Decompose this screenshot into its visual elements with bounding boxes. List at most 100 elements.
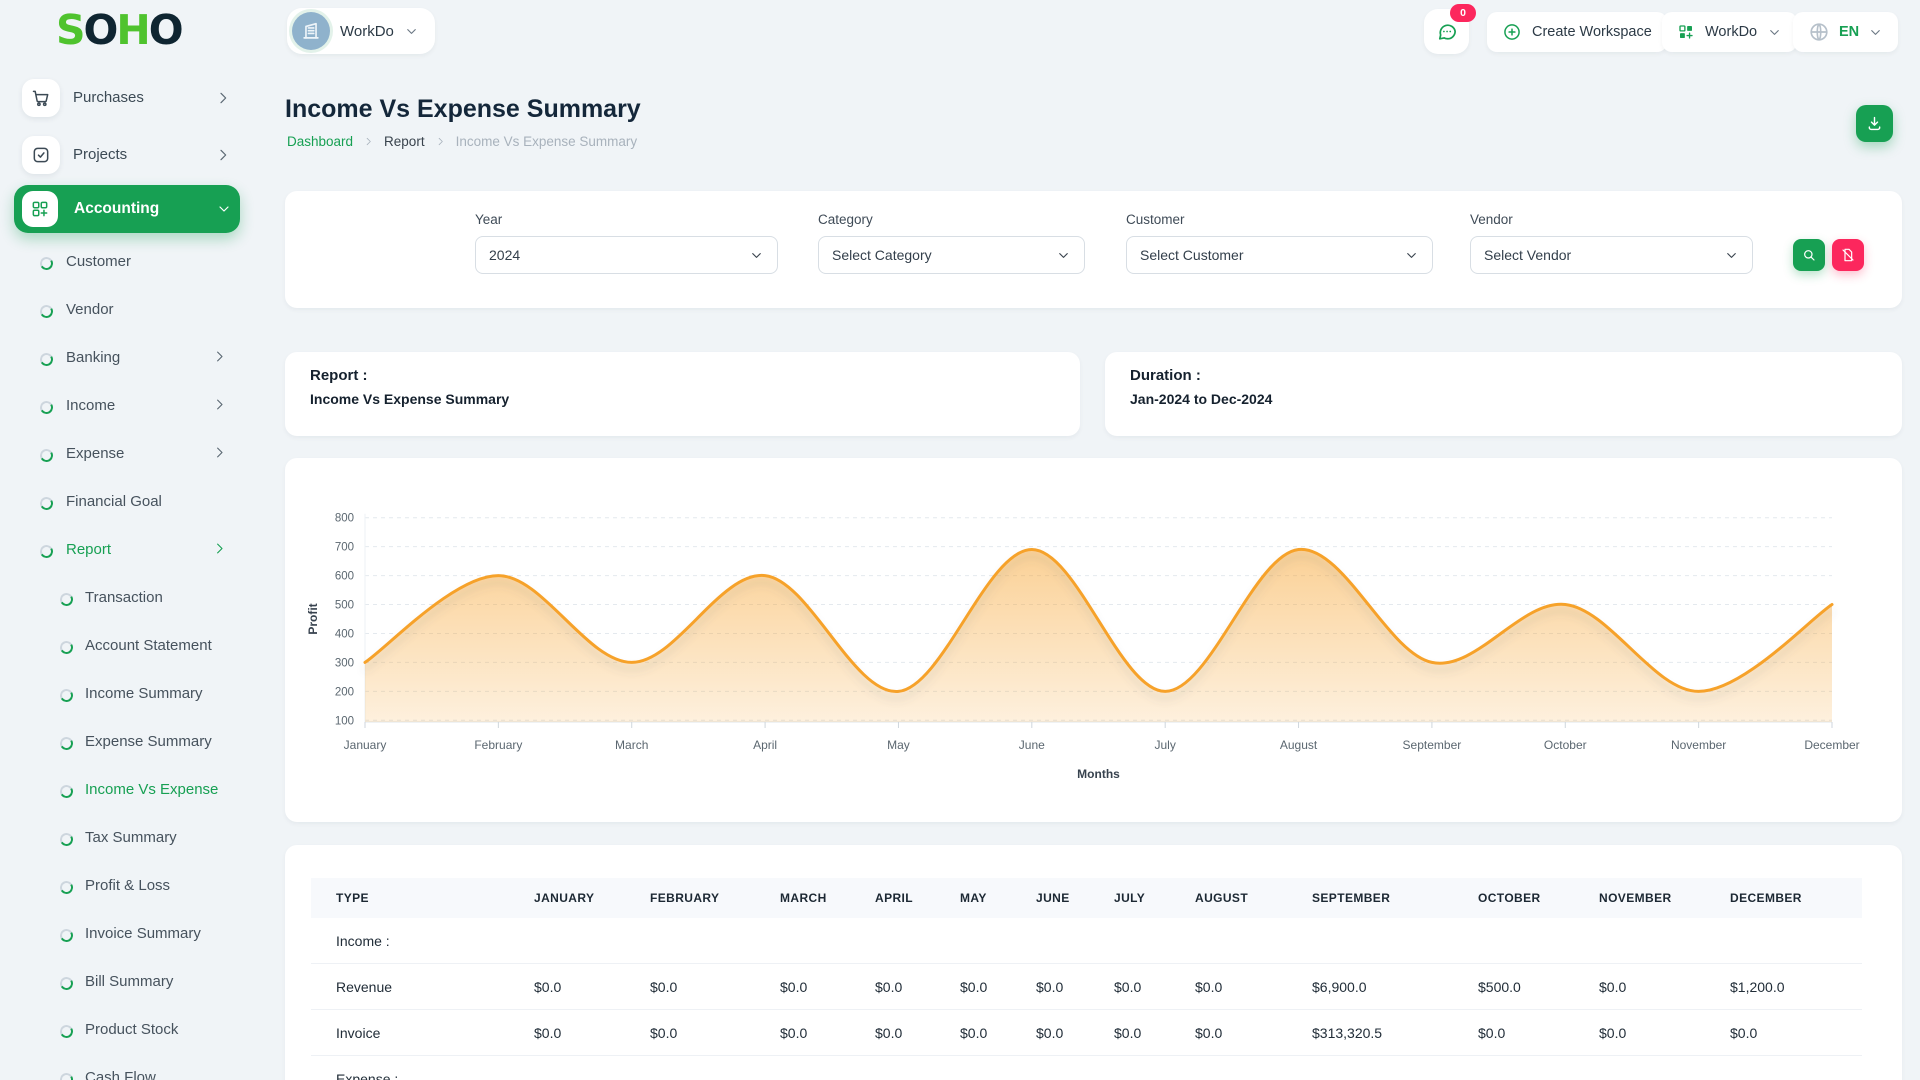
income-expense-table: TYPE JANUARY FEBRUARY MARCH APRIL MAY JUNE JULY… <box>311 878 1862 1080</box>
sidebar-item-label: Bill Summary <box>85 973 174 990</box>
chevron-down-icon <box>407 28 416 34</box>
sidebar-item-vendor[interactable]: Vendor <box>0 286 256 334</box>
sidebar-item-invoice-summary[interactable]: Invoice Summary <box>0 910 256 958</box>
chevron-right-icon <box>212 349 227 364</box>
search-icon <box>1801 247 1817 263</box>
circle-plus-icon <box>1502 22 1522 42</box>
download-button[interactable] <box>1856 105 1893 142</box>
chevron-right-icon <box>217 351 223 362</box>
sidebar-item-purchases[interactable]: Purchases <box>0 75 256 121</box>
sidebar-item-label: Income Summary <box>85 685 203 702</box>
filter-label: Year <box>475 212 503 227</box>
breadcrumb-item-income-vs-expense-summary: Income Vs Expense Summary <box>455 134 638 149</box>
cart-icon-box <box>22 79 60 117</box>
logo-letter: H <box>116 6 150 54</box>
sidebar-item-report[interactable]: Report <box>0 526 256 574</box>
sidebar-item-cash-flow[interactable]: Cash Flow <box>0 1054 256 1080</box>
globe-icon <box>1808 21 1830 43</box>
svg-text:January: January <box>344 738 387 752</box>
sidebar-item-label: Projects <box>73 146 128 163</box>
sidebar-item-label: Vendor <box>66 301 114 318</box>
chevron-right-icon <box>217 447 223 458</box>
table-cell: $0.0 <box>1036 963 1114 1010</box>
filter-label: Category <box>818 212 873 227</box>
table-cell: $0.0 <box>534 1009 650 1056</box>
create-workspace-button[interactable]: Create Workspace <box>1487 12 1667 52</box>
table-header-cell: SEPTEMBER <box>1312 878 1478 918</box>
sidebar-item-product-stock[interactable]: Product Stock <box>0 1006 256 1054</box>
chevron-down-icon <box>749 248 764 263</box>
svg-text:March: March <box>615 738 648 752</box>
chevron-down-icon <box>1868 25 1883 40</box>
chevron-right-icon <box>215 147 231 163</box>
breadcrumb-item-dashboard[interactable]: Dashboard <box>287 134 353 149</box>
chat-badge: 0 <box>1450 4 1476 22</box>
globe-icon <box>1810 23 1828 41</box>
sidebar-item-bill-summary[interactable]: Bill Summary <box>0 958 256 1006</box>
search-button[interactable] <box>1793 239 1825 271</box>
svg-text:500: 500 <box>335 600 354 612</box>
app-menu-button[interactable]: WorkDo <box>1662 12 1798 52</box>
sidebar-item-transaction[interactable]: Transaction <box>0 574 256 622</box>
breadcrumb: Dashboard Report Income Vs Expense Summary <box>287 134 637 149</box>
workspace-switcher[interactable]: WorkDo <box>287 8 435 54</box>
language-selector[interactable]: EN <box>1793 12 1899 52</box>
table-header-cell: MAY <box>960 878 1036 918</box>
svg-text:October: October <box>1544 738 1587 752</box>
sidebar-item-income-vs-expense[interactable]: Income Vs Expense <box>0 766 256 814</box>
select-value: Select Category <box>832 247 932 263</box>
chat-button[interactable]: 0 <box>1424 4 1476 54</box>
chevron-down-icon <box>1059 252 1068 258</box>
chevron-down-icon <box>1727 252 1736 258</box>
bullet-icon <box>38 543 55 560</box>
sidebar-item-expense[interactable]: Expense <box>0 430 256 478</box>
svg-text:600: 600 <box>335 571 354 583</box>
logo-letter: S <box>56 6 85 54</box>
sidebar-item-label: Income <box>66 397 116 414</box>
table-header-cell: MARCH <box>780 878 875 918</box>
chevron-right-icon <box>363 136 374 147</box>
search-icon <box>1804 250 1815 261</box>
workspace-name: WorkDo <box>340 22 394 40</box>
reset-filter-button[interactable] <box>1832 239 1864 271</box>
sidebar-item-income[interactable]: Income <box>0 382 256 430</box>
sidebar-item-income-summary[interactable]: Income Summary <box>0 670 256 718</box>
table-header-cell: APRIL <box>875 878 960 918</box>
accounting-grid-icon <box>22 191 58 227</box>
sidebar-item-accounting[interactable]: Accounting <box>14 185 240 233</box>
bullet-icon <box>58 591 75 608</box>
breadcrumb-item-report[interactable]: Report <box>384 134 425 149</box>
sidebar-item-expense-summary[interactable]: Expense Summary <box>0 718 256 766</box>
filter-field-year: Year 2024 <box>475 212 778 274</box>
sidebar-item-label: Income Vs Expense <box>85 781 219 798</box>
sidebar-item-banking[interactable]: Banking <box>0 334 256 382</box>
filter-field-customer: Customer Select Customer <box>1126 212 1433 274</box>
chevron-down-icon <box>1724 248 1739 263</box>
sidebar-item-account-statement[interactable]: Account Statement <box>0 622 256 670</box>
customer-select[interactable]: Select Customer <box>1126 236 1433 274</box>
chevron-down-icon <box>1404 248 1419 263</box>
brand-logo[interactable]: SOHO <box>56 6 184 54</box>
sidebar-item-projects[interactable]: Projects <box>0 132 256 178</box>
sidebar-item-label: Tax Summary <box>85 829 177 846</box>
table-group-row: Expense : <box>311 1055 1862 1080</box>
sidebar-item-financial-goal[interactable]: Financial Goal <box>0 478 256 526</box>
sidebar-item-customer[interactable]: Customer <box>0 238 256 286</box>
year-select[interactable]: 2024 <box>475 236 778 274</box>
duration-label: Duration : <box>1130 367 1201 384</box>
sidebar-item-tax-summary[interactable]: Tax Summary <box>0 814 256 862</box>
category-select[interactable]: Select Category <box>818 236 1085 274</box>
profit-chart-card: 800 700 600 500 400 300 200 100 January February M… <box>285 458 1902 822</box>
sidebar-item-profit-loss[interactable]: Profit & Loss <box>0 862 256 910</box>
svg-text:400: 400 <box>335 628 354 640</box>
table-cell: $0.0 <box>1730 1009 1862 1056</box>
income-expense-table-card: TYPE JANUARY FEBRUARY MARCH APRIL MAY JUNE JULY… <box>285 845 1902 1080</box>
vendor-select[interactable]: Select Vendor <box>1470 236 1753 274</box>
report-label: Report : <box>310 367 368 384</box>
table-cell: $0.0 <box>1114 963 1195 1010</box>
bullet-icon <box>58 1071 75 1080</box>
sidebar-item-label: Expense Summary <box>85 733 212 750</box>
chevron-right-icon <box>212 541 227 556</box>
app-menu-label: WorkDo <box>1705 24 1758 40</box>
table-header-cell: JANUARY <box>534 878 650 918</box>
